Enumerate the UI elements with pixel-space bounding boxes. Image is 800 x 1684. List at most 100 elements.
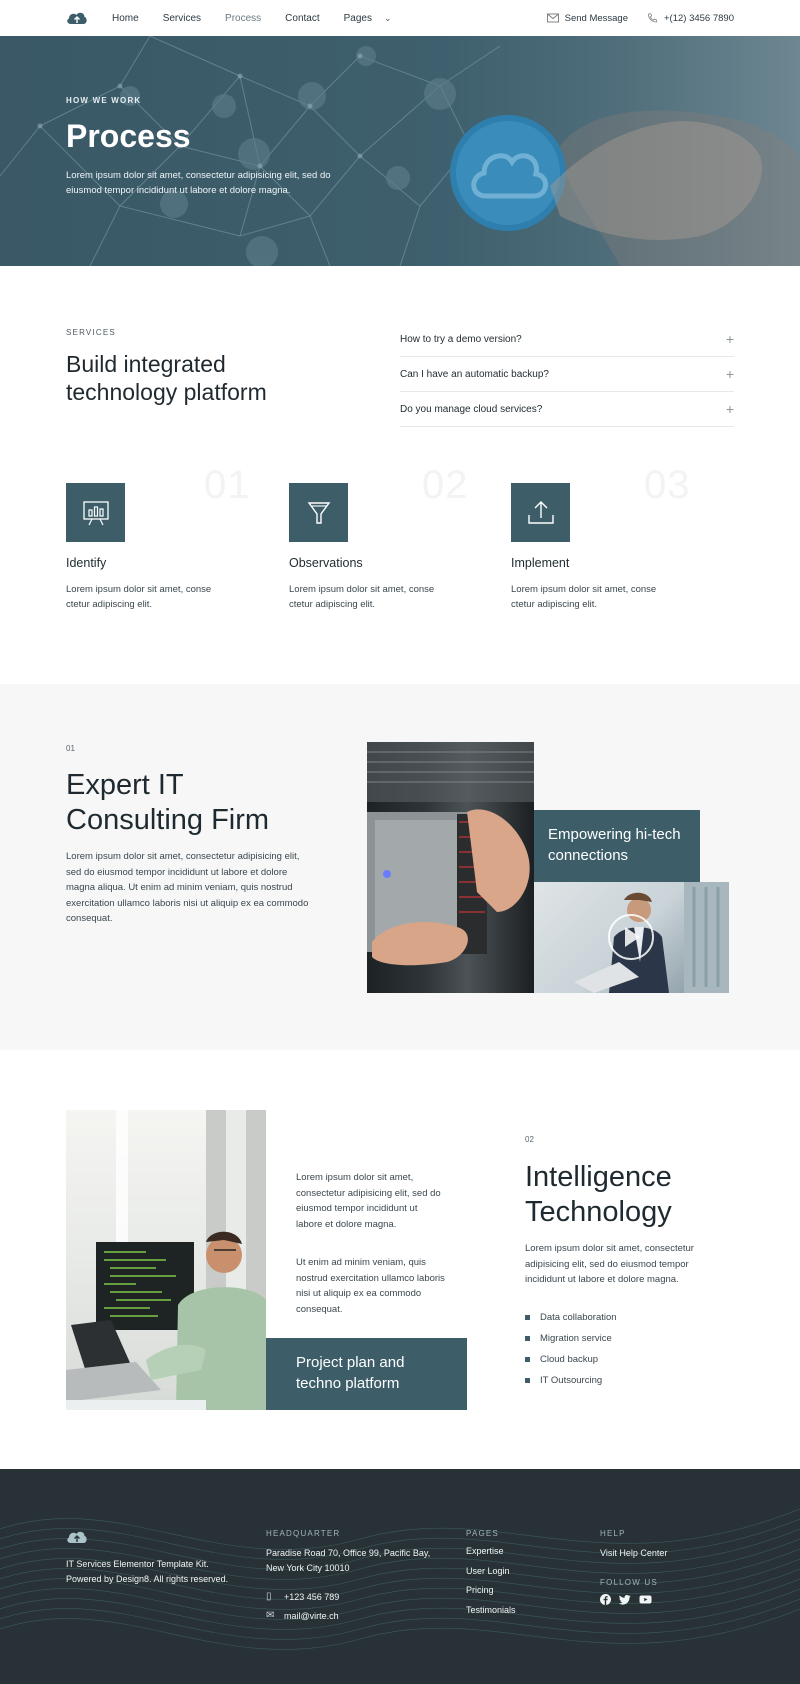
- social-links: [600, 1594, 652, 1605]
- faq-item[interactable]: Can I have an automatic backup? +: [400, 357, 734, 392]
- phone-link[interactable]: +(12) 3456 7890: [646, 13, 734, 24]
- footer-link-pricing[interactable]: Pricing: [466, 1585, 516, 1605]
- list-item-label: Cloud backup: [540, 1354, 599, 1365]
- follow-us-heading: FOLLOW US: [600, 1578, 658, 1587]
- feature-number: 01: [204, 463, 251, 507]
- feature-number: 03: [644, 463, 691, 507]
- intel-paragraph-1: Lorem ipsum dolor sit amet, consectetur …: [296, 1172, 441, 1230]
- send-message-label: Send Message: [564, 12, 628, 24]
- plus-icon[interactable]: +: [726, 331, 734, 347]
- headquarter-heading: HEADQUARTER: [266, 1529, 341, 1538]
- mobile-phone-icon: ▯: [266, 1591, 272, 1602]
- chevron-down-icon[interactable]: ⌄: [384, 13, 392, 24]
- nav-services[interactable]: Services: [163, 13, 201, 24]
- nav-contact[interactable]: Contact: [285, 13, 319, 24]
- footer-link-expertise[interactable]: Expertise: [466, 1546, 516, 1566]
- square-bullet-icon: [525, 1378, 530, 1383]
- facebook-icon[interactable]: [600, 1594, 611, 1605]
- footer-link-user-login[interactable]: User Login: [466, 1566, 516, 1586]
- help-heading: HELP: [600, 1529, 626, 1538]
- funnel-icon: [307, 501, 330, 524]
- faq-question: Do you manage cloud services?: [400, 403, 543, 415]
- footer: IT Services Elementor Template Kit. Powe…: [0, 1469, 800, 1684]
- feature-icon-box: [511, 483, 570, 542]
- presentation-chart-icon: [82, 500, 109, 525]
- footer-pages-list: Expertise User Login Pricing Testimonial…: [466, 1546, 516, 1624]
- feature-icon-box: [289, 483, 348, 542]
- phone-number: +(12) 3456 7890: [664, 12, 734, 24]
- expert-description: Lorem ipsum dolor sit amet, consectetur …: [66, 851, 309, 924]
- send-message-link[interactable]: Send Message: [546, 12, 628, 24]
- list-item: IT Outsourcing: [525, 1370, 617, 1391]
- footer-address: Paradise Road 70, Office 99, Pacific Bay…: [266, 1548, 431, 1573]
- feature-name: Observations: [289, 556, 363, 570]
- intel-paragraph-2: Ut enim ad minim veniam, quis nostrud ex…: [296, 1257, 445, 1315]
- feature-name: Implement: [511, 556, 570, 570]
- faq-accordion: How to try a demo version? + Can I have …: [400, 322, 734, 427]
- phone-icon: [648, 13, 657, 23]
- hero-title: Process: [66, 118, 191, 154]
- services-list: Data collaboration Migration service Clo…: [525, 1307, 617, 1391]
- square-bullet-icon: [525, 1315, 530, 1320]
- section-number: 02: [525, 1135, 534, 1144]
- plus-icon[interactable]: +: [726, 401, 734, 417]
- faq-question: How to try a demo version?: [400, 333, 522, 345]
- feature-text: Lorem ipsum dolor sit amet, conse ctetur…: [66, 584, 212, 610]
- list-item: Cloud backup: [525, 1349, 617, 1370]
- business-man-laptop-image: [534, 882, 729, 993]
- section-number: 01: [66, 744, 75, 753]
- pages-heading: PAGES: [466, 1529, 499, 1538]
- feature-card-observations: 02 Observations Lorem ipsum dolor sit am…: [289, 463, 489, 612]
- empowering-card: Empowering hi-tech connections: [534, 810, 700, 882]
- upload-icon: [527, 500, 554, 524]
- square-bullet-icon: [525, 1357, 530, 1362]
- intelligence-description: Lorem ipsum dolor sit amet, consectetur …: [525, 1243, 694, 1285]
- footer-phone[interactable]: ▯ +123 456 789: [266, 1591, 339, 1602]
- plus-icon[interactable]: +: [726, 366, 734, 382]
- services-title: Build integrated technology platform: [66, 351, 267, 405]
- help-center-link[interactable]: Visit Help Center: [600, 1546, 667, 1561]
- feature-card-implement: 03 Implement Lorem ipsum dolor sit amet,…: [511, 463, 711, 612]
- youtube-icon[interactable]: [639, 1594, 652, 1605]
- feature-name: Identify: [66, 556, 107, 570]
- footer-email-address: mail@virte.ch: [284, 1610, 339, 1621]
- square-bullet-icon: [525, 1336, 530, 1341]
- footer-email[interactable]: ✉ mail@virte.ch: [266, 1610, 339, 1621]
- faq-question: Can I have an automatic backup?: [400, 368, 549, 380]
- services-kicker: SERVICES: [66, 328, 116, 337]
- expert-section: 01 Expert IT Consulting Firm Lorem ipsum…: [0, 684, 800, 1050]
- footer-link-testimonials[interactable]: Testimonials: [466, 1605, 516, 1625]
- hero-banner: HOW WE WORK Process Lorem ipsum dolor si…: [0, 36, 800, 266]
- list-item-label: Migration service: [540, 1333, 612, 1344]
- project-plan-card: Project plan and techno platform: [266, 1338, 467, 1410]
- feature-icon-box: [66, 483, 125, 542]
- twitter-icon[interactable]: [619, 1594, 631, 1605]
- nav-pages[interactable]: Pages: [344, 13, 372, 24]
- list-item: Migration service: [525, 1328, 617, 1349]
- hero-kicker: HOW WE WORK: [66, 96, 142, 105]
- intelligence-title: Intelligence Technology: [525, 1161, 672, 1228]
- top-nav: Home Services Process Contact Pages ⌄ Se…: [0, 0, 800, 36]
- nav-home[interactable]: Home: [112, 13, 139, 24]
- hero-description: Lorem ipsum dolor sit amet, consectetur …: [66, 170, 331, 196]
- expert-title: Expert IT Consulting Firm: [66, 769, 270, 836]
- cloud-upload-logo-icon[interactable]: [66, 1529, 88, 1545]
- list-item-label: IT Outsourcing: [540, 1375, 603, 1386]
- faq-item[interactable]: Do you manage cloud services? +: [400, 392, 734, 427]
- footer-about: IT Services Elementor Template Kit. Powe…: [66, 1559, 229, 1584]
- cloud-upload-logo-icon[interactable]: [66, 10, 88, 26]
- envelope-icon: ✉: [266, 1610, 275, 1621]
- feature-number: 02: [422, 463, 469, 507]
- feature-text: Lorem ipsum dolor sit amet, conse ctetur…: [511, 584, 657, 610]
- feature-card-identify: 01 Identify Lorem ipsum dolor sit amet, …: [66, 463, 266, 612]
- faq-item[interactable]: How to try a demo version? +: [400, 322, 734, 357]
- nav-process[interactable]: Process: [225, 13, 261, 24]
- list-item: Data collaboration: [525, 1307, 617, 1328]
- page: Home Services Process Contact Pages ⌄ Se…: [0, 0, 800, 1684]
- server-hardware-image: [367, 742, 534, 993]
- developer-at-computer-image: [66, 1110, 266, 1410]
- list-item-label: Data collaboration: [540, 1312, 617, 1323]
- envelope-icon: [546, 13, 559, 23]
- feature-text: Lorem ipsum dolor sit amet, conse ctetur…: [289, 584, 435, 610]
- footer-phone-number: +123 456 789: [284, 1591, 340, 1602]
